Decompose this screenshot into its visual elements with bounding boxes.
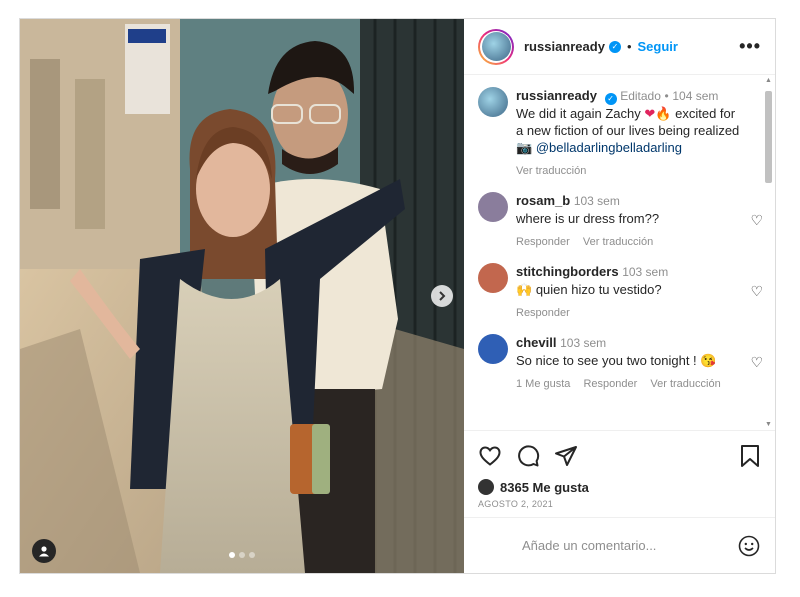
kiss-emoji-icon: 😘 (700, 353, 717, 368)
caption-text: We did it again Zachy ❤🔥 excited for a n… (516, 106, 740, 155)
comment-text: 🙌 quien hizo tu vestido? (516, 282, 662, 297)
camera-emoji-icon: 📷 (516, 140, 533, 155)
caption-avatar[interactable] (478, 87, 508, 117)
carousel-dots (229, 552, 255, 558)
comment-username[interactable]: rosam_b (516, 193, 570, 208)
hands-emoji-icon: 🙌 (516, 282, 533, 297)
post-header: russianready ✓ • Seguir ••• (464, 19, 775, 75)
reply-button[interactable]: Responder (583, 378, 637, 390)
comment-like-heart-icon[interactable]: ♡ (750, 283, 763, 300)
comment-time[interactable]: 103 sem (560, 336, 606, 350)
carousel-dot (229, 552, 235, 558)
comment-button[interactable] (516, 444, 540, 468)
comment-like-heart-icon[interactable]: ♡ (750, 354, 763, 371)
translate-link[interactable]: Ver traducción (650, 378, 720, 390)
fire-emoji-icon: 🔥 (655, 106, 672, 121)
comment-time[interactable]: 103 sem (574, 194, 620, 208)
carousel-dot (249, 552, 255, 558)
comment-avatar[interactable] (478, 263, 508, 293)
author-username[interactable]: russianready (524, 39, 605, 54)
comment-time[interactable]: 103 sem (622, 265, 668, 279)
comment-text: where is ur dress from?? (516, 211, 660, 226)
verified-badge-icon: ✓ (604, 93, 617, 105)
comment-input[interactable] (522, 538, 737, 553)
carousel-dot (239, 552, 245, 558)
share-icon (555, 446, 577, 466)
bookmark-icon (741, 445, 759, 467)
scroll-down-icon[interactable]: ▼ (765, 421, 772, 428)
comment-item: chevill 103 sem So nice to see you two t… (478, 334, 763, 393)
emoji-icon[interactable] (737, 534, 761, 558)
comment-avatar[interactable] (478, 192, 508, 222)
comment-icon (518, 445, 540, 467)
user-icon (39, 546, 49, 557)
reply-button[interactable]: Responder (516, 307, 570, 319)
caption-edited: Editado (620, 89, 661, 103)
separator: • (626, 39, 632, 54)
scroll-up-icon[interactable]: ▲ (765, 77, 772, 84)
mention-link[interactable]: @belladarlingbelladarling (536, 140, 682, 155)
comments-scrollbar[interactable]: ▲ ▼ (763, 77, 773, 428)
post-photo[interactable] (20, 19, 464, 573)
scrollbar-thumb[interactable] (765, 91, 772, 183)
heart-emoji-icon: ❤ (644, 106, 656, 121)
comment-item: rosam_b 103 sem where is ur dress from??… (478, 192, 763, 251)
save-button[interactable] (739, 444, 761, 468)
comment-username[interactable]: chevill (516, 335, 556, 350)
translate-link[interactable]: Ver traducción (583, 236, 653, 248)
post-date[interactable]: AGOSTO 2, 2021 (478, 499, 761, 509)
heart-icon (479, 446, 501, 466)
more-options-button[interactable]: ••• (739, 36, 761, 57)
comment-username[interactable]: stitchingborders (516, 264, 619, 279)
comments-list[interactable]: russianready ✓ Editado • 104 sem We did … (464, 75, 775, 430)
translate-link[interactable]: Ver traducción (516, 165, 586, 177)
caption: russianready ✓ Editado • 104 sem We did … (478, 87, 745, 180)
author-avatar[interactable] (478, 28, 514, 65)
liker-avatar (478, 479, 494, 495)
like-button[interactable] (478, 444, 502, 468)
verified-badge-icon: ✓ (608, 40, 621, 53)
action-bar: 8365 Me gusta AGOSTO 2, 2021 (464, 430, 775, 509)
post-sidebar: russianready ✓ • Seguir ••• russianready… (464, 19, 775, 573)
photo-image (20, 19, 464, 573)
add-comment-bar (464, 517, 775, 573)
chevron-right-icon (439, 291, 446, 301)
caption-time[interactable]: 104 sem (672, 89, 718, 103)
reply-button[interactable]: Responder (516, 236, 570, 248)
comment-item: stitchingborders 103 sem 🙌 quien hizo tu… (478, 263, 763, 322)
comment-like-heart-icon[interactable]: ♡ (750, 212, 763, 229)
post-dialog: russianready ✓ • Seguir ••• russianready… (19, 18, 776, 574)
likes-count[interactable]: 8365 Me gusta (500, 480, 589, 495)
next-photo-button[interactable] (431, 285, 453, 307)
comment-avatar[interactable] (478, 334, 508, 364)
tagged-users-button[interactable] (32, 539, 56, 563)
likes-row[interactable]: 8365 Me gusta (478, 479, 761, 495)
share-button[interactable] (554, 444, 578, 468)
comment-text: So nice to see you two tonight ! 😘 (516, 353, 717, 368)
caption-author[interactable]: russianready (516, 88, 597, 103)
comment-like-count[interactable]: 1 Me gusta (516, 378, 570, 390)
follow-button[interactable]: Seguir (638, 39, 678, 54)
